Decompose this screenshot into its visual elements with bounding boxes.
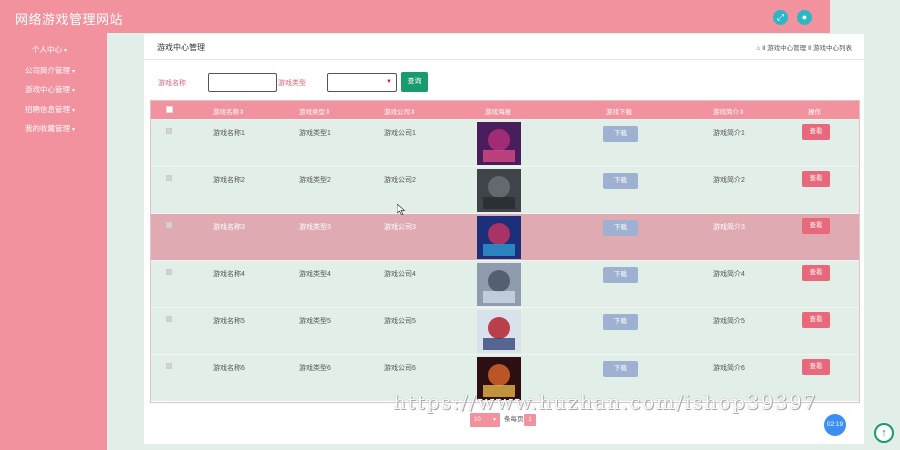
cell-company: 游戏公司4	[384, 271, 416, 278]
col-header-type[interactable]: 游戏类型⇕	[299, 106, 330, 116]
view-button[interactable]: 查看	[802, 265, 830, 281]
cell-type: 游戏类型1	[299, 130, 331, 137]
poster-thumbnail[interactable]	[477, 263, 521, 306]
cell-name: 游戏名称5	[213, 318, 245, 325]
chevron-down-icon: ▼	[386, 79, 392, 85]
poster-thumbnail[interactable]	[477, 122, 521, 165]
cell-intro: 游戏简介6	[713, 365, 745, 372]
user-icon[interactable]: ●	[797, 10, 812, 25]
cell-type: 游戏类型2	[299, 177, 331, 184]
clock-badge: 02:19	[824, 414, 846, 436]
col-header-download: 游戏下载	[606, 109, 632, 116]
download-button[interactable]: 下载	[603, 267, 638, 283]
table-row: 游戏名称1 游戏类型1 游戏公司1 下载 游戏简介1 查看	[151, 119, 859, 166]
cell-name: 游戏名称4	[213, 271, 245, 278]
cell-name: 游戏名称3	[213, 224, 245, 231]
search-type-label: 游戏类型	[278, 80, 306, 87]
poster-thumbnail[interactable]	[477, 310, 521, 353]
download-button[interactable]: 下载	[603, 314, 638, 330]
row-checkbox[interactable]	[166, 269, 172, 275]
row-checkbox[interactable]	[166, 316, 172, 322]
view-button[interactable]: 查看	[802, 218, 830, 234]
row-checkbox[interactable]	[166, 175, 172, 181]
view-button[interactable]: 查看	[802, 124, 830, 140]
view-button[interactable]: 查看	[802, 359, 830, 375]
row-checkbox[interactable]	[166, 128, 172, 134]
select-all-checkbox[interactable]	[166, 106, 173, 113]
cell-intro: 游戏简介5	[713, 318, 745, 325]
search-name-label: 游戏名称	[158, 80, 186, 87]
col-header-intro[interactable]: 游戏简介⇕	[713, 106, 744, 116]
view-button[interactable]: 查看	[802, 171, 830, 187]
col-header-actions: 操作	[808, 109, 821, 116]
search-button[interactable]: 查询	[401, 72, 428, 92]
download-button[interactable]: 下载	[603, 361, 638, 377]
cell-intro: 游戏简介4	[713, 271, 745, 278]
breadcrumb: ⌂ Ⅱ 游戏中心管理 Ⅱ 游戏中心列表	[756, 45, 852, 52]
site-title: 网络游戏管理网站	[15, 12, 124, 27]
cell-name: 游戏名称1	[213, 130, 245, 137]
watermark: https://www.huzhan.com/ishop39397	[393, 390, 818, 414]
sidebar-item-games[interactable]: 游戏中心管理 ▾	[25, 84, 75, 95]
row-checkbox[interactable]	[166, 222, 172, 228]
cell-type: 游戏类型5	[299, 318, 331, 325]
top-bar: 网络游戏管理网站 ⤢ ●	[0, 0, 830, 33]
page-number-button[interactable]: 1	[524, 414, 536, 426]
col-header-poster: 游戏海报	[485, 109, 511, 116]
cell-intro: 游戏简介3	[713, 224, 745, 231]
view-button[interactable]: 查看	[802, 312, 830, 328]
cell-name: 游戏名称6	[213, 365, 245, 372]
cell-intro: 游戏简介1	[713, 130, 745, 137]
cell-type: 游戏类型4	[299, 271, 331, 278]
sidebar-item-jobs[interactable]: 招聘信息管理 ▾	[25, 104, 75, 115]
cell-company: 游戏公司6	[384, 365, 416, 372]
cell-type: 游戏类型6	[299, 365, 331, 372]
cell-company: 游戏公司2	[384, 177, 416, 184]
table-row: 游戏名称3 游戏类型3 游戏公司3 下载 游戏简介3 查看	[151, 213, 859, 260]
panel-header: 游戏中心管理 ⌂ Ⅱ 游戏中心管理 Ⅱ 游戏中心列表	[144, 34, 864, 60]
col-header-name[interactable]: 游戏名称⇕	[213, 106, 244, 116]
download-button[interactable]: 下载	[603, 173, 638, 189]
games-table: 游戏名称⇕ 游戏类型⇕ 游戏公司⇕ 游戏海报 游戏下载 游戏简介⇕ 操作 游戏名…	[150, 100, 860, 403]
mouse-cursor-icon	[397, 204, 406, 215]
table-row: 游戏名称2 游戏类型2 游戏公司2 下载 游戏简介2 查看	[151, 166, 859, 213]
cell-company: 游戏公司5	[384, 318, 416, 325]
search-name-input[interactable]	[208, 73, 277, 92]
row-checkbox[interactable]	[166, 363, 172, 369]
table-header: 游戏名称⇕ 游戏类型⇕ 游戏公司⇕ 游戏海报 游戏下载 游戏简介⇕ 操作	[151, 101, 859, 119]
poster-thumbnail[interactable]	[477, 169, 521, 212]
main-panel: 游戏中心管理 ⌂ Ⅱ 游戏中心管理 Ⅱ 游戏中心列表 游戏名称 游戏类型 ▼ 查…	[144, 34, 864, 444]
table-row: 游戏名称5 游戏类型5 游戏公司5 下载 游戏简介5 查看	[151, 307, 859, 354]
cell-name: 游戏名称2	[213, 177, 245, 184]
col-header-company[interactable]: 游戏公司⇕	[384, 106, 415, 116]
download-button[interactable]: 下载	[603, 126, 638, 142]
page-title: 游戏中心管理	[157, 43, 205, 52]
per-page-label: 条每页	[504, 416, 524, 423]
table-row: 游戏名称4 游戏类型4 游戏公司4 下载 游戏简介4 查看	[151, 260, 859, 307]
sidebar-item-profile[interactable]: 个人中心 ▾	[32, 44, 67, 55]
arrow-up-icon[interactable]: ↑	[874, 423, 894, 443]
sidebar-item-company[interactable]: 公司简介管理 ▾	[25, 65, 75, 76]
download-button[interactable]: 下载	[603, 220, 638, 236]
sidebar: 个人中心 ▾ 公司简介管理 ▾ 游戏中心管理 ▾ 招聘信息管理 ▾ 我的收藏管理 ▾	[0, 33, 107, 450]
chevron-down-icon: ▼	[492, 417, 497, 423]
poster-thumbnail[interactable]	[477, 216, 521, 259]
fullscreen-icon[interactable]: ⤢	[773, 10, 788, 25]
cell-type: 游戏类型3	[299, 224, 331, 231]
page-size-select[interactable]: 10 ▼	[470, 413, 500, 427]
cell-company: 游戏公司3	[384, 224, 416, 231]
search-type-select[interactable]: ▼	[327, 73, 397, 92]
cell-intro: 游戏简介2	[713, 177, 745, 184]
home-icon[interactable]: ⌂	[756, 45, 760, 52]
cell-company: 游戏公司1	[384, 130, 416, 137]
sidebar-item-favorites[interactable]: 我的收藏管理 ▾	[25, 123, 75, 134]
